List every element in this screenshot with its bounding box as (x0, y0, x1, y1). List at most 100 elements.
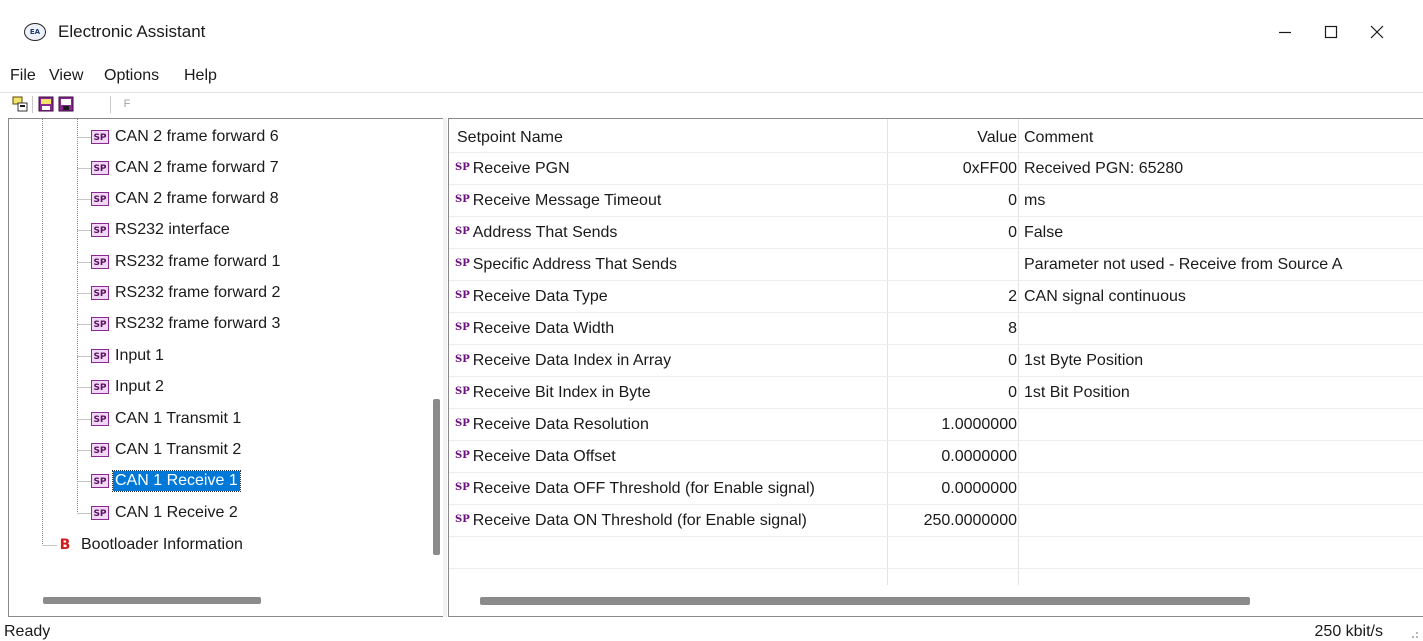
tree-item-label: Input 2 (115, 378, 164, 395)
setpoint-name-text: Specific Address That Sends (472, 256, 678, 273)
maximize-button[interactable] (1308, 14, 1354, 50)
table-row[interactable]: SP Receive Data ON Threshold (for Enable … (449, 505, 1423, 537)
table-row[interactable]: SP Receive Data Type 2 CAN signal continu… (449, 281, 1423, 313)
setpoint-name: SP Receive PGN (455, 160, 570, 178)
table-row[interactable]: SP Receive PGN 0xFF00 Received PGN: 65280 (449, 153, 1423, 185)
table-row[interactable]: SP Receive Data OFF Threshold (for Enable… (449, 473, 1423, 505)
toolbar-separator (32, 96, 33, 113)
setpoint-value[interactable]: 0xFF00 (963, 160, 1017, 178)
close-button[interactable] (1354, 14, 1400, 50)
setpoint-name-text: Receive Data Index in Array (472, 352, 672, 369)
table-row[interactable]: SP Address That Sends 0 False (449, 217, 1423, 249)
read-setpoints-button[interactable] (38, 96, 54, 112)
minimize-icon (1279, 31, 1291, 34)
toolbar-separator (110, 96, 111, 113)
tree-item-label: CAN 1 Transmit 2 (115, 441, 242, 458)
tree-item-label: RS232 frame forward 3 (115, 315, 281, 332)
setpoint-value[interactable]: 0.0000000 (941, 480, 1017, 498)
tree-item[interactable]: SP CAN 1 Transmit 2 (91, 438, 243, 462)
setpoint-name: SP Receive Bit Index in Byte (455, 384, 651, 402)
tree-item-bootloader[interactable]: B Bootloader Information (59, 533, 245, 557)
resize-grip-icon[interactable] (1407, 627, 1419, 639)
tree-item-label: CAN 1 Transmit 1 (115, 410, 242, 427)
setpoint-name-text: Address That Sends (472, 224, 618, 241)
table-row[interactable]: SP Receive Data Width 8 (449, 313, 1423, 345)
header-setpoint-name[interactable]: Setpoint Name (457, 129, 563, 147)
setpoint-comment: False (1024, 224, 1064, 241)
setpoint-value[interactable]: 2 (1008, 288, 1017, 306)
connect-button[interactable] (12, 96, 28, 112)
setpoint-name: SP Receive Data Offset (455, 448, 616, 466)
menu-view[interactable]: View (49, 67, 83, 85)
f-button[interactable]: F (120, 96, 134, 112)
connect-icon (12, 96, 28, 112)
setpoint-value[interactable]: 0 (1008, 224, 1017, 242)
setpoint-name-text: Receive Data ON Threshold (for Enable si… (472, 512, 807, 529)
table-row[interactable]: SP Receive Bit Index in Byte 0 1st Bit Po… (449, 377, 1423, 409)
table-row[interactable]: SP Receive Data Offset 0.0000000 (449, 441, 1423, 473)
tree-item[interactable]: SP RS232 frame forward 3 (91, 312, 282, 336)
tree-item[interactable]: SP RS232 interface (91, 218, 232, 242)
setpoint-value[interactable]: 0 (1008, 384, 1017, 402)
tree-item-label: CAN 2 frame forward 8 (115, 190, 279, 207)
tree-item-label: RS232 frame forward 1 (115, 253, 281, 270)
header-value[interactable]: Value (977, 129, 1017, 147)
table-row[interactable]: SP Receive Data Index in Array 0 1st Byte… (449, 345, 1423, 377)
close-icon (1370, 25, 1384, 39)
setpoint-name-text: Receive Data Type (472, 288, 608, 305)
setpoint-icon: SP (455, 513, 470, 525)
setpoint-value[interactable]: 0.0000000 (941, 448, 1017, 466)
setpoint-name: SP Specific Address That Sends (455, 256, 677, 274)
tree-horizontal-scroll-thumb[interactable] (43, 597, 261, 604)
setpoint-name: SP Receive Data Type (455, 288, 608, 306)
table-row[interactable]: SP Receive Message Timeout 0 ms (449, 185, 1423, 217)
setpoint-tree[interactable]: SP CAN 2 frame forward 6 SP CAN 2 frame … (8, 118, 444, 617)
tree-item[interactable]: SP CAN 2 frame forward 7 (91, 156, 281, 180)
setpoint-icon: SP (455, 257, 470, 269)
menu-file[interactable]: File (10, 67, 36, 85)
setpoint-group-icon: SP (91, 286, 109, 300)
tree-item[interactable]: SP RS232 frame forward 2 (91, 281, 282, 305)
setpoint-icon: SP (455, 481, 470, 493)
tree-item[interactable]: SP Input 1 (91, 344, 166, 368)
tree-item[interactable]: SP CAN 1 Receive 2 (91, 501, 240, 525)
setpoint-value[interactable]: 1.0000000 (941, 416, 1017, 434)
setpoint-value[interactable]: 0 (1008, 192, 1017, 210)
table-horizontal-scroll-thumb[interactable] (480, 597, 1250, 605)
tree-item-label: Input 1 (115, 347, 164, 364)
table-header: Setpoint Name Value Comment (449, 119, 1423, 153)
setpoint-name-text: Receive PGN (472, 160, 570, 177)
tree-vertical-scroll-thumb[interactable] (433, 399, 440, 555)
tree-item[interactable]: SP RS232 frame forward 1 (91, 250, 282, 274)
setpoint-icon: SP (455, 193, 470, 205)
setpoint-comment: 1st Byte Position (1024, 352, 1144, 369)
table-row[interactable]: SP Specific Address That Sends Parameter … (449, 249, 1423, 281)
status-text: Ready (4, 623, 51, 640)
menu-help[interactable]: Help (184, 67, 217, 85)
setpoint-value[interactable]: 250.0000000 (924, 512, 1017, 530)
setpoint-value[interactable]: 0 (1008, 352, 1017, 370)
header-comment[interactable]: Comment (1024, 129, 1093, 147)
tree-item[interactable]: SP CAN 2 frame forward 6 (91, 125, 281, 149)
setpoint-value[interactable]: 8 (1008, 320, 1017, 338)
tree-item[interactable]: SP Input 2 (91, 375, 166, 399)
tree-item[interactable]: SP CAN 2 frame forward 8 (91, 187, 281, 211)
setpoint-comment: Received PGN: 65280 (1024, 160, 1184, 177)
table-row[interactable]: SP Receive Data Resolution 1.0000000 (449, 409, 1423, 441)
setpoint-name: SP Receive Message Timeout (455, 192, 661, 210)
setpoint-comment: CAN signal continuous (1024, 288, 1186, 305)
menu-options[interactable]: Options (104, 67, 159, 85)
tree-item[interactable]: SP CAN 1 Transmit 1 (91, 407, 243, 431)
tree-item-label: RS232 frame forward 2 (115, 284, 281, 301)
minimize-button[interactable] (1262, 14, 1308, 50)
pane-splitter[interactable] (443, 118, 447, 617)
app-logo-icon: EA (24, 23, 46, 41)
tree-item-label: CAN 2 frame forward 7 (115, 159, 279, 176)
tree-item-selected[interactable]: SP CAN 1 Receive 1 (91, 469, 241, 493)
menu-bar: File View Options Help (0, 64, 1423, 92)
write-setpoints-button[interactable] (58, 96, 74, 112)
setpoint-name: SP Receive Data Width (455, 320, 614, 338)
setpoints-table: Setpoint Name Value Comment SP Receive PG… (448, 118, 1423, 617)
setpoint-group-icon: SP (91, 474, 109, 488)
setpoint-group-icon: SP (91, 192, 109, 206)
